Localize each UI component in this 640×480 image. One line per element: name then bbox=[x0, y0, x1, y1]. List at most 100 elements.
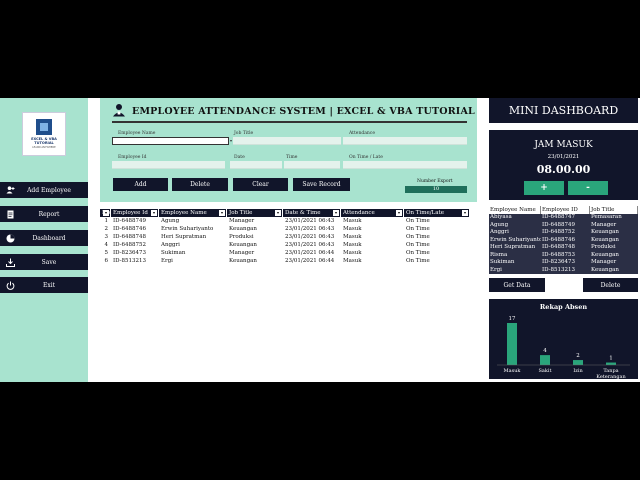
get-data-button[interactable]: Get Data bbox=[489, 278, 545, 292]
column-header[interactable]: Employee Name ▾ bbox=[159, 209, 227, 217]
list-item[interactable]: Erwin Suhariyanto ID-6488746 Keuangan bbox=[489, 237, 638, 245]
nav-label: Dashboard bbox=[32, 234, 66, 242]
table-cell: On Time bbox=[406, 242, 430, 248]
data-label: 2 bbox=[576, 353, 580, 359]
table-cell: Sukiman bbox=[490, 259, 515, 265]
table-body: 1 ID-6488749 Agung Manager 23/01/2021 06:43 M… bbox=[100, 217, 470, 265]
table-cell: Manager bbox=[591, 221, 617, 228]
table-cell: Produksi bbox=[229, 234, 254, 240]
table-cell: ID-6488748 bbox=[113, 234, 147, 240]
table-cell: Sukiman bbox=[161, 250, 186, 256]
attendance-input[interactable] bbox=[343, 137, 467, 145]
list-item[interactable]: Anggri ID-6488752 Keuangan bbox=[489, 229, 638, 237]
table-cell: 23/01/2021 06:44 bbox=[285, 250, 335, 256]
table-cell: Keuangan bbox=[591, 266, 619, 273]
date-input[interactable] bbox=[230, 161, 282, 169]
nav-label: Exit bbox=[42, 281, 56, 289]
dashboard-title: MINI DASHBOARD bbox=[489, 98, 638, 123]
nav-save-button[interactable]: Save bbox=[0, 254, 88, 270]
table-cell: ID-6488746 bbox=[542, 236, 576, 243]
table-cell: Manager bbox=[229, 250, 255, 256]
list-item[interactable]: Risma ID-6488753 Keuangan bbox=[489, 252, 638, 260]
chevron-down-icon[interactable]: ▾ bbox=[230, 138, 232, 143]
table-row[interactable]: 4 ID-6488752 Anggri Keuangan 23/01/2021 06:4… bbox=[100, 241, 470, 249]
filter-dropdown-icon[interactable]: ▾ bbox=[219, 210, 225, 216]
download-icon bbox=[0, 258, 20, 267]
employee-id-label: Employee Id bbox=[118, 155, 147, 160]
column-header[interactable]: On Time/Late ▾ bbox=[404, 209, 470, 217]
mini-table-header: Employee Name Employee ID Job Title bbox=[489, 206, 638, 214]
filter-dropdown-icon[interactable]: ▾ bbox=[151, 210, 157, 216]
column-header[interactable]: Employee Id ▾ bbox=[111, 209, 159, 217]
table-cell: Keuangan bbox=[229, 226, 257, 232]
app-window: EXCEL & VBA TUTORIAL LEARN ANYWHERE Add … bbox=[0, 98, 640, 382]
table-row[interactable]: 2 ID-6488746 Erwin Suhariyanto Keuangan 23/0… bbox=[100, 225, 470, 233]
table-cell: Erwin Suhariyanto bbox=[490, 236, 541, 243]
table-cell: 1 bbox=[104, 218, 109, 224]
delete-button[interactable]: Delete bbox=[172, 178, 228, 191]
job-title-input[interactable] bbox=[233, 137, 341, 145]
table-cell: On Time bbox=[406, 234, 430, 240]
column-header[interactable]: Employee Name bbox=[489, 206, 541, 214]
nav-report-button[interactable]: Report bbox=[0, 206, 88, 222]
category-label: Sakit bbox=[538, 368, 551, 374]
table-row[interactable]: 6 ID-8513213 Ergi Keuangan 23/01/2021 06:44 M… bbox=[100, 257, 470, 265]
table-cell: 4 bbox=[104, 242, 109, 248]
category-label: Keterangan bbox=[596, 374, 626, 379]
rekap-absen-chart-panel: Rekap Absen 17 Masuk 4 Sakit 2 Izin 1 Tanpa Kete… bbox=[489, 299, 638, 379]
decrease-time-button[interactable]: - bbox=[568, 181, 608, 195]
nav-dashboard-button[interactable]: Dashboard bbox=[0, 230, 88, 246]
logo-mark bbox=[36, 119, 52, 136]
list-item[interactable]: Abiyasa ID-6488747 Pemasaran bbox=[489, 214, 638, 222]
table-cell: Anggri bbox=[161, 242, 180, 248]
date-label: Date bbox=[234, 155, 245, 160]
power-icon bbox=[0, 281, 20, 290]
jam-masuk-date: 23/01/2021 bbox=[547, 154, 580, 160]
table-row[interactable]: 3 ID-6488748 Heri Supratman Produksi 23/01/2… bbox=[100, 233, 470, 241]
table-cell: ID-6488749 bbox=[113, 218, 147, 224]
column-header[interactable]: Attendance ▾ bbox=[341, 209, 404, 217]
column-header[interactable]: Job Title bbox=[590, 206, 638, 214]
column-header[interactable]: No▾ bbox=[100, 209, 111, 217]
chart-bar[interactable] bbox=[606, 362, 616, 365]
table-cell: Risma bbox=[490, 251, 508, 258]
list-item[interactable]: Heri Supratman ID-6488748 Produksi bbox=[489, 244, 638, 252]
column-header-label: Employee Id bbox=[113, 210, 148, 216]
dashboard-delete-button[interactable]: Delete bbox=[583, 278, 638, 292]
nav-exit-button[interactable]: Exit bbox=[0, 277, 88, 293]
increase-time-button[interactable]: + bbox=[524, 181, 564, 195]
table-cell: Manager bbox=[591, 259, 617, 265]
table-cell: Heri Supratman bbox=[161, 234, 207, 240]
chart-bar[interactable] bbox=[573, 360, 583, 365]
employee-id-input[interactable] bbox=[112, 161, 225, 169]
table-cell: Heri Supratman bbox=[490, 244, 536, 250]
table-row[interactable]: 1 ID-6488749 Agung Manager 23/01/2021 06:43 M… bbox=[100, 217, 470, 225]
time-input[interactable] bbox=[284, 161, 340, 169]
add-button[interactable]: Add bbox=[113, 178, 168, 191]
table-cell: Masuk bbox=[343, 218, 362, 224]
table-cell: Masuk bbox=[343, 242, 362, 248]
column-header[interactable]: Job Title ▾ bbox=[227, 209, 283, 217]
column-header[interactable]: Employee ID bbox=[541, 206, 590, 214]
logo-text: EXCEL & VBA TUTORIAL bbox=[31, 137, 57, 145]
column-header[interactable]: Date & Time ▾ bbox=[283, 209, 341, 217]
chart-bar[interactable] bbox=[507, 323, 517, 365]
filter-dropdown-icon[interactable]: ▾ bbox=[103, 210, 109, 216]
table-row[interactable]: 5 ID-8236473 Sukiman Manager 23/01/2021 06:4… bbox=[100, 249, 470, 257]
filter-dropdown-icon[interactable]: ▾ bbox=[462, 210, 468, 216]
nav-add-employee-button[interactable]: Add Employee bbox=[0, 182, 88, 198]
clear-button[interactable]: Clear bbox=[233, 178, 288, 191]
on-time-late-input[interactable] bbox=[343, 161, 467, 169]
save-record-button[interactable]: Save Record bbox=[293, 178, 350, 191]
number-export-value[interactable]: 10 bbox=[405, 186, 467, 193]
list-item[interactable]: Sukiman ID-8236473 Manager bbox=[489, 259, 638, 267]
employee-name-input[interactable] bbox=[112, 137, 229, 145]
table-cell: Keuangan bbox=[591, 251, 619, 258]
list-item[interactable]: Agung ID-6488749 Manager bbox=[489, 222, 638, 230]
chart-bar[interactable] bbox=[540, 355, 550, 365]
filter-dropdown-icon[interactable]: ▾ bbox=[333, 210, 339, 216]
table-cell: ID-6488752 bbox=[542, 229, 576, 235]
list-item[interactable]: Ergi ID-8513213 Keuangan bbox=[489, 267, 638, 275]
filter-dropdown-icon[interactable]: ▾ bbox=[275, 210, 281, 216]
filter-dropdown-icon[interactable]: ▾ bbox=[396, 210, 402, 216]
